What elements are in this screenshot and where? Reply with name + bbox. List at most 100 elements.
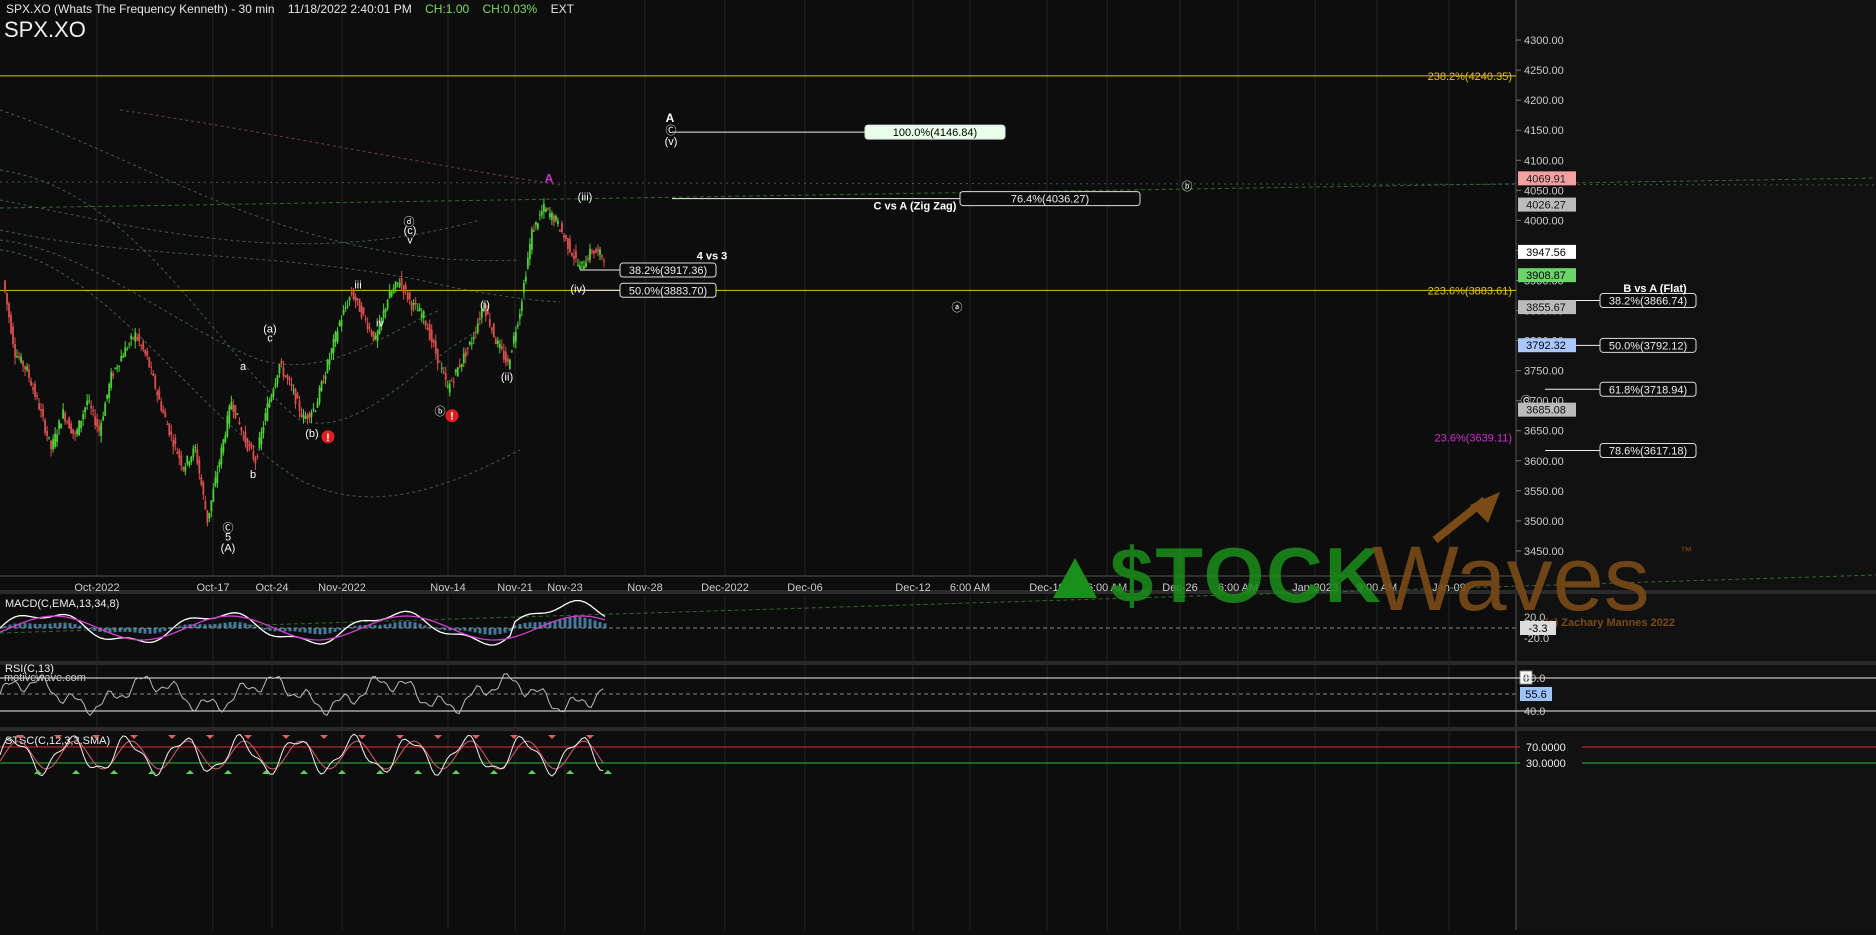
y-tick-label: 3550.00 bbox=[1524, 486, 1564, 498]
candle-body bbox=[500, 346, 503, 350]
candle-body bbox=[208, 512, 211, 519]
candle-body bbox=[587, 258, 589, 261]
candle-body bbox=[438, 361, 441, 363]
candle-body bbox=[238, 421, 241, 425]
wave-label: A bbox=[666, 111, 675, 125]
candle-body bbox=[134, 332, 137, 342]
candle-body bbox=[228, 405, 231, 424]
candle-body bbox=[454, 369, 457, 373]
y-tick-label: 4200.00 bbox=[1524, 95, 1564, 107]
candle-body bbox=[358, 299, 361, 313]
candle-body bbox=[468, 341, 471, 345]
candle-body bbox=[142, 341, 145, 350]
candle-body bbox=[226, 415, 229, 437]
candle-body bbox=[408, 292, 411, 300]
candle-body bbox=[282, 367, 285, 377]
candle-body bbox=[56, 434, 58, 442]
candle-body bbox=[188, 461, 191, 466]
candle-body bbox=[286, 375, 289, 379]
chart-change-pct: CH:0.03% bbox=[482, 2, 538, 16]
price-tag-label: 3685.08 bbox=[1526, 405, 1566, 417]
candle-body bbox=[422, 311, 425, 318]
candle-body bbox=[204, 501, 207, 510]
candle-body bbox=[372, 331, 375, 341]
candle-body bbox=[112, 373, 115, 377]
candle-body bbox=[250, 443, 253, 449]
candle-body bbox=[366, 322, 369, 330]
chart-canvas[interactable]: Oct-2022 Oct-17 Oct-24 Nov-2022 Nov-14 Nov-21… bbox=[0, 0, 1876, 930]
candle-body bbox=[436, 348, 439, 364]
price-tag-label: 3908.87 bbox=[1526, 270, 1566, 282]
candle-body bbox=[538, 214, 541, 216]
wave-label: (v) bbox=[665, 136, 678, 148]
candle-body bbox=[360, 305, 363, 318]
candle-body bbox=[132, 337, 135, 339]
candle-body bbox=[557, 220, 559, 225]
candle-body bbox=[553, 215, 555, 223]
candle-body bbox=[264, 413, 267, 422]
candle-body bbox=[518, 313, 521, 319]
candle-body bbox=[224, 435, 227, 443]
credit-label: motivewave.com bbox=[4, 672, 86, 684]
candle-body bbox=[50, 440, 52, 450]
candle-body bbox=[194, 446, 197, 448]
candle-body bbox=[532, 229, 535, 232]
candle-body bbox=[583, 266, 585, 269]
candle-body bbox=[528, 243, 531, 259]
candle-body bbox=[318, 387, 321, 403]
x-tick-label: Dec-06 bbox=[787, 582, 822, 594]
candle-body bbox=[394, 281, 397, 288]
candle-body bbox=[148, 357, 151, 367]
candle-body bbox=[577, 264, 579, 266]
brand-copyright: (c) Zachary Mannes 2022 bbox=[1545, 617, 1675, 629]
candle-body bbox=[302, 414, 305, 418]
candle-body bbox=[386, 300, 389, 309]
y-tick-label: 4100.00 bbox=[1524, 155, 1564, 167]
x-tick-label: 6:00 AM bbox=[950, 582, 990, 594]
fib-box-label: 38.2%(3917.36) bbox=[629, 265, 707, 277]
wave-label: c bbox=[267, 333, 273, 345]
candle-body bbox=[32, 387, 34, 390]
candle-body bbox=[102, 416, 105, 421]
candle-body bbox=[232, 404, 235, 412]
candle-body bbox=[370, 331, 373, 336]
candle-body bbox=[472, 337, 475, 340]
candle-body bbox=[549, 213, 551, 218]
candle-body bbox=[120, 356, 123, 362]
candle-body bbox=[192, 448, 195, 457]
chart-window[interactable]: Oct-2022 Oct-17 Oct-24 Nov-2022 Nov-14 Nov-21… bbox=[0, 0, 1876, 930]
candle-body bbox=[294, 388, 297, 405]
price-tag-label: 4069.91 bbox=[1526, 173, 1566, 185]
candle-body bbox=[162, 409, 165, 413]
candle-body bbox=[156, 391, 159, 396]
wave-label: a bbox=[240, 361, 247, 373]
candle-body bbox=[555, 215, 557, 221]
candle-body bbox=[280, 360, 283, 364]
x-tick-label: Nov-2022 bbox=[318, 582, 366, 594]
candle-body bbox=[8, 303, 10, 318]
rsi-tick: 40.0 bbox=[1524, 706, 1545, 718]
warning-icon: ! bbox=[450, 411, 454, 423]
candle-body bbox=[288, 378, 291, 381]
candle-body bbox=[40, 409, 42, 411]
candle-body bbox=[54, 433, 56, 447]
candle-body bbox=[82, 414, 85, 420]
stoch-tick: 70.0000 bbox=[1526, 742, 1566, 754]
candle-body bbox=[68, 417, 71, 429]
x-tick-label: Dec-12 bbox=[895, 582, 930, 594]
candle-body bbox=[526, 257, 529, 269]
candle-body bbox=[444, 373, 447, 381]
candle-body bbox=[4, 280, 6, 292]
candle-body bbox=[200, 477, 203, 485]
x-tick-label: Dec-2022 bbox=[701, 582, 749, 594]
candle-body bbox=[106, 394, 109, 399]
candle-body bbox=[90, 405, 93, 409]
candle-body bbox=[166, 424, 169, 426]
y-tick-label: 3500.00 bbox=[1524, 516, 1564, 528]
candle-body bbox=[48, 436, 50, 438]
candle-body bbox=[384, 308, 387, 313]
candle-body bbox=[118, 365, 121, 367]
fib-gold-label: 223.6%(3883.61) bbox=[1428, 285, 1512, 297]
candle-body bbox=[138, 334, 141, 342]
x-tick-label: Nov-21 bbox=[497, 582, 532, 594]
